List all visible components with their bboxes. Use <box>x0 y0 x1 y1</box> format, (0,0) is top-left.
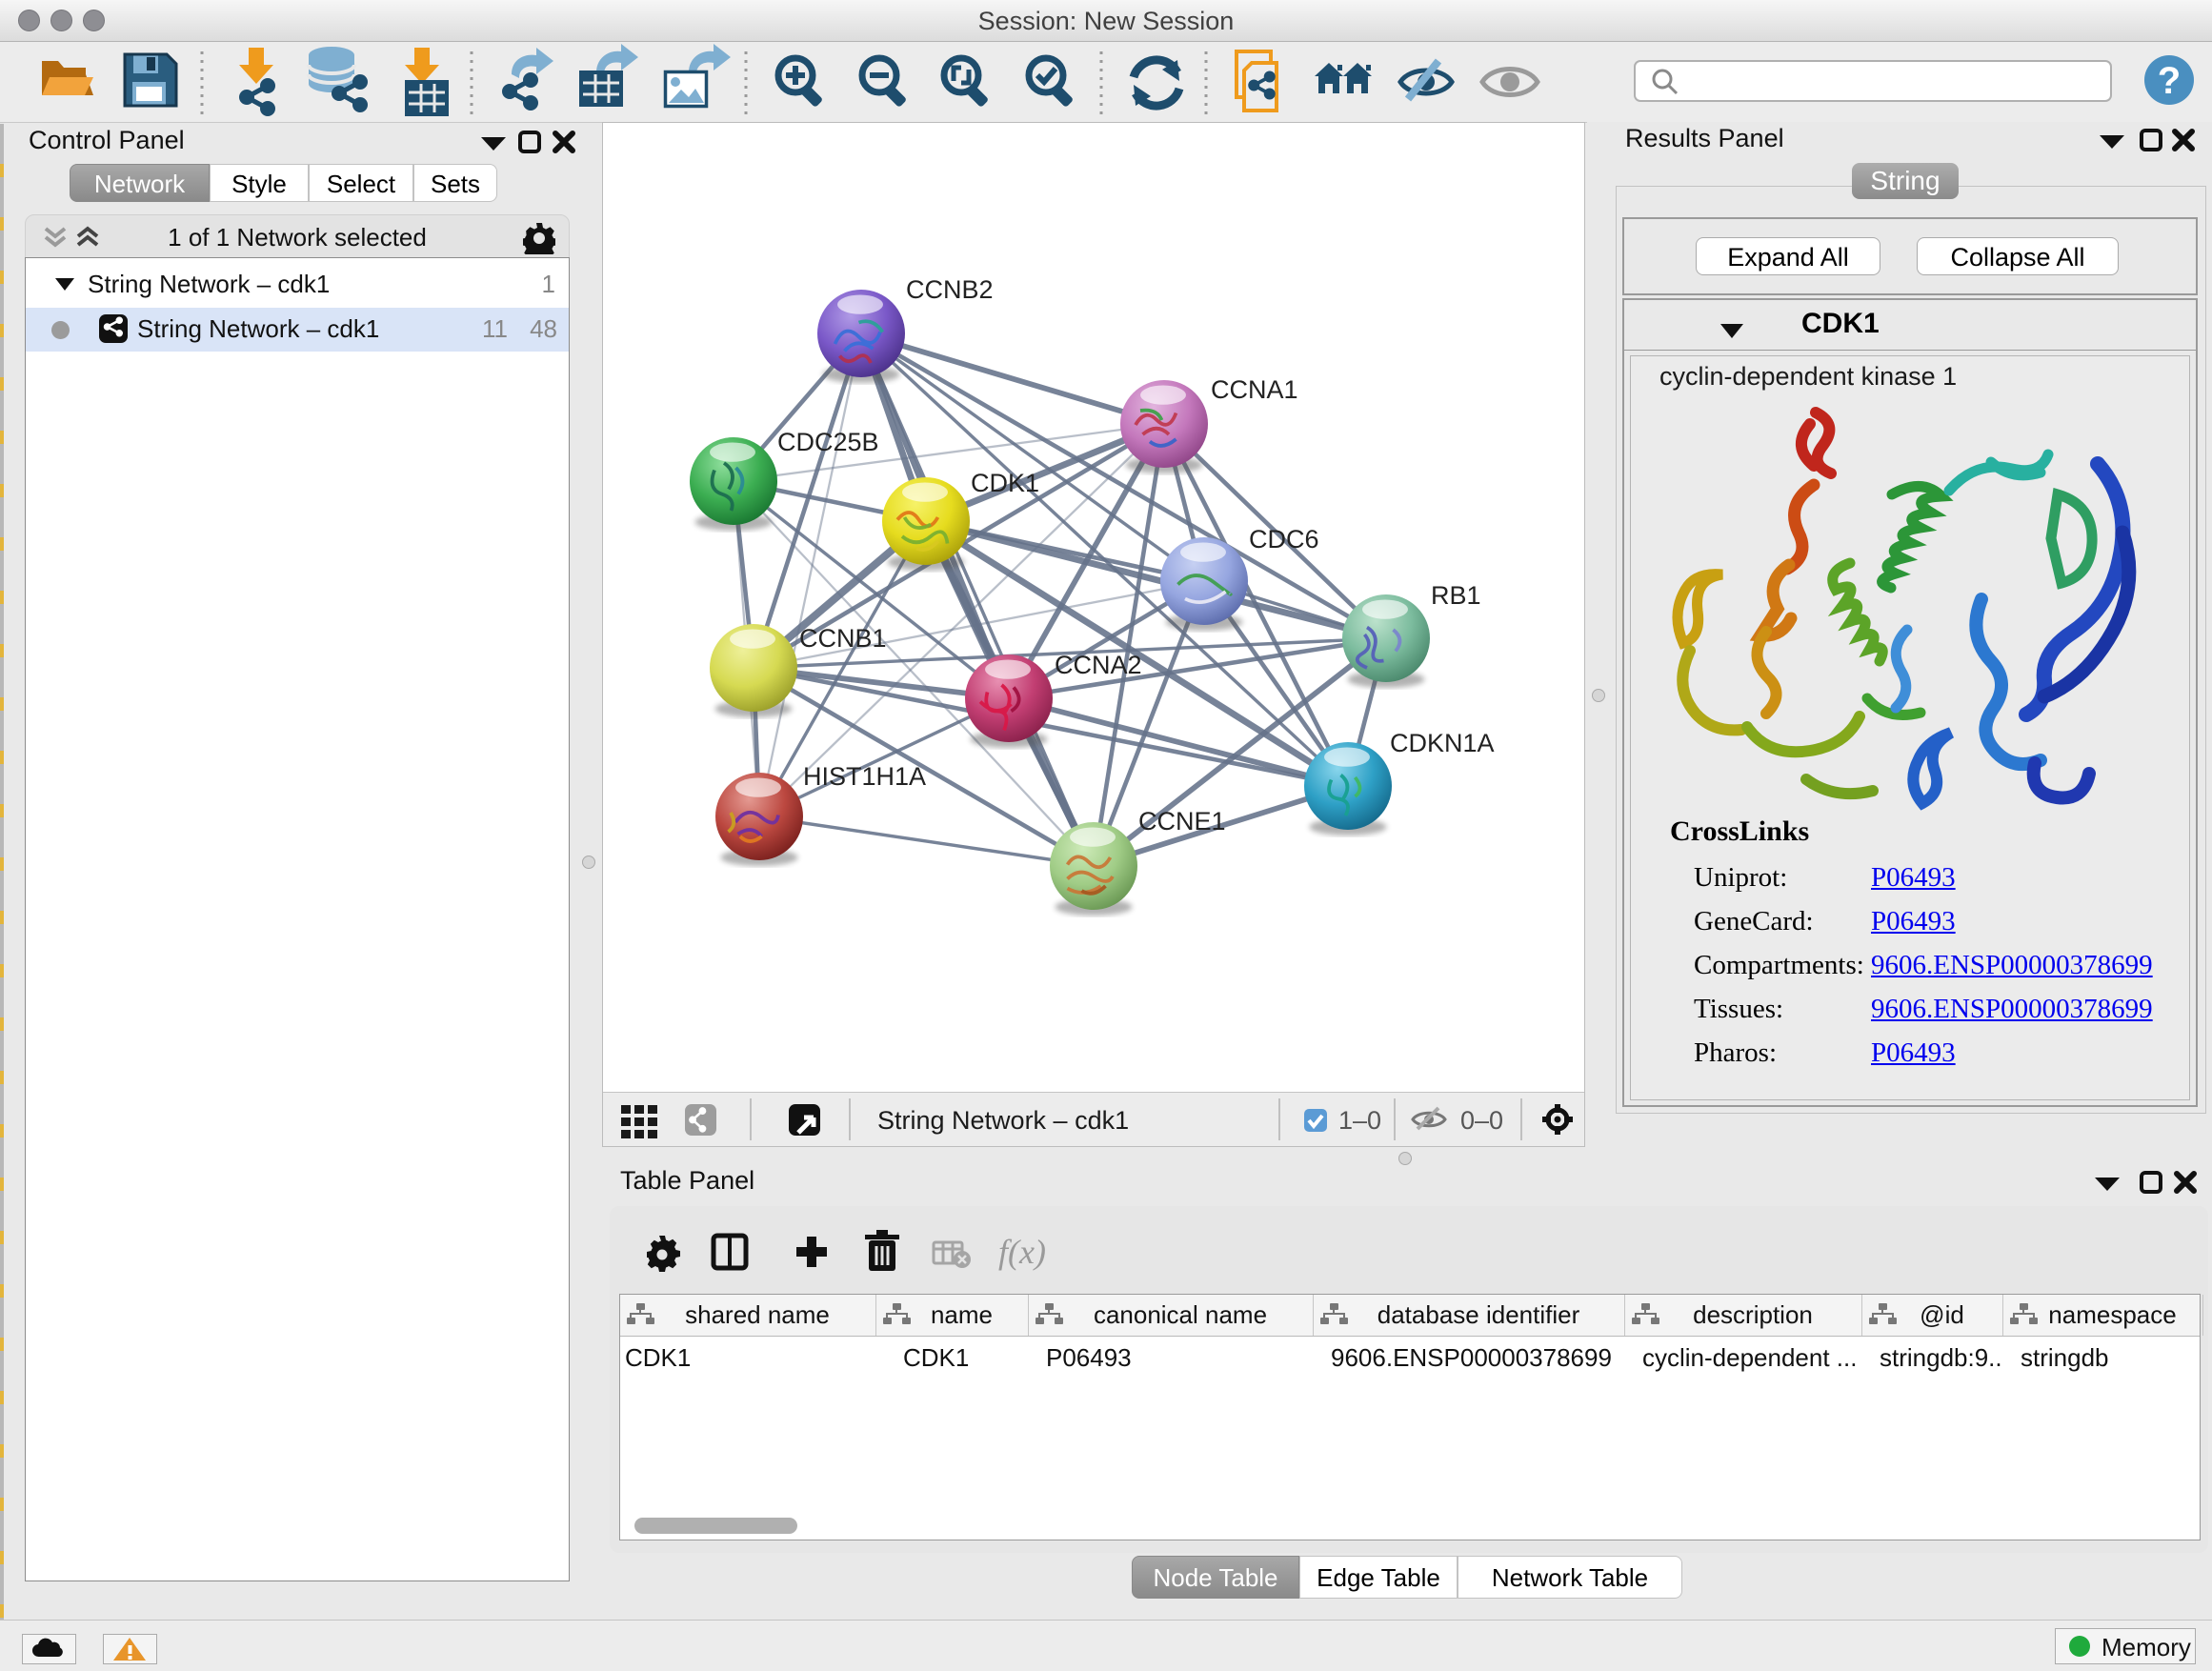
svg-text:CDC25B: CDC25B <box>777 428 879 456</box>
svg-text:f(x): f(x) <box>998 1233 1046 1271</box>
svg-text:CCNE1: CCNE1 <box>1138 807 1226 836</box>
svg-text:RB1: RB1 <box>1431 581 1481 610</box>
svg-text:CCNB1: CCNB1 <box>799 624 887 653</box>
svg-text:?: ? <box>2158 60 2181 102</box>
svg-text:CCNB2: CCNB2 <box>906 275 994 304</box>
svg-text:CCNA1: CCNA1 <box>1211 375 1298 404</box>
svg-text:1–0: 1–0 <box>1338 1106 1381 1135</box>
svg-text:0–0: 0–0 <box>1460 1106 1503 1135</box>
svg-text:String Network – cdk1: String Network – cdk1 <box>877 1106 1129 1135</box>
svg-text:CDC6: CDC6 <box>1249 525 1319 554</box>
svg-text:CCNA2: CCNA2 <box>1055 651 1142 679</box>
svg-text:HIST1H1A: HIST1H1A <box>803 762 926 791</box>
svg-text:CDK1: CDK1 <box>971 469 1039 497</box>
svg-text:CDKN1A: CDKN1A <box>1390 729 1495 757</box>
